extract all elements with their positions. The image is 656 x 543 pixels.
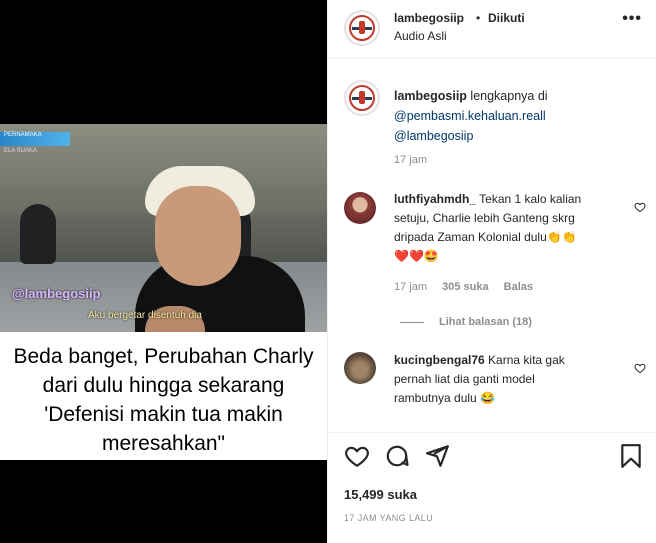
- caption-line: Beda banget, Perubahan Charly: [13, 345, 314, 368]
- caption-line: meresahkan": [101, 432, 226, 455]
- separator-dot: •: [476, 11, 481, 25]
- post-panel: lambegosiip • Diikuti Audio Asli ••• lam…: [327, 0, 656, 543]
- mention-link[interactable]: @pembasmi.kehaluan.reall: [394, 109, 546, 123]
- post-actions: 15,499 suka 17 JAM YANG LALU: [328, 432, 656, 543]
- bookmark-icon[interactable]: [618, 443, 644, 469]
- video-subtitle: Aku bergetar disentuh dia: [88, 310, 202, 321]
- post-media[interactable]: PERNAMAKA ELA SUAKA @lambegosiip Aku ber…: [0, 0, 327, 543]
- view-replies-label: Lihat balasan (18): [439, 316, 532, 328]
- commenter-avatar[interactable]: [344, 352, 376, 384]
- header-username[interactable]: lambegosiip: [394, 11, 464, 25]
- comment-meta: 17 jam 305 suka Balas: [394, 281, 533, 293]
- person: [95, 146, 305, 332]
- post-caption: lambegosiip lengkapnya di @pembasmi.keha…: [394, 86, 634, 146]
- heart-emoji: ❤️❤️🤩: [394, 249, 439, 263]
- heart-icon[interactable]: [634, 201, 646, 213]
- background-person: [20, 204, 56, 264]
- clap-emoji: 👏👏: [546, 230, 577, 244]
- avatar-mark: [359, 21, 365, 34]
- comment-username[interactable]: kucingbengal76: [394, 353, 485, 367]
- comment-time: 17 jam: [394, 281, 428, 293]
- mention-link[interactable]: @lambegosiip: [394, 129, 473, 143]
- video-caption: Beda banget, Perubahan Charly dari dulu …: [0, 332, 327, 460]
- comment-text: Karna kita gak: [488, 353, 565, 367]
- caption-line: 'Defenisi makin tua makin: [44, 403, 283, 426]
- video-frame[interactable]: PERNAMAKA ELA SUAKA @lambegosiip Aku ber…: [0, 124, 327, 332]
- watermark: @lambegosiip: [12, 286, 101, 301]
- comment-username[interactable]: luthfiyahmdh_: [394, 192, 476, 206]
- laugh-emoji: 😂: [480, 391, 496, 405]
- replies-divider: [400, 322, 424, 323]
- news-tag: PERNAMAKA: [4, 132, 42, 138]
- comment-text: setuju, Charlie lebih Ganteng skrg: [394, 211, 575, 225]
- comment-likes[interactable]: 305 suka: [442, 281, 488, 293]
- caption-username[interactable]: lambegosiip: [394, 89, 467, 103]
- person-face: [155, 186, 241, 286]
- caption-avatar[interactable]: [344, 80, 380, 116]
- comment: kucingbengal76 Karna kita gak pernah lia…: [394, 351, 634, 408]
- post-header: lambegosiip • Diikuti Audio Asli •••: [328, 0, 656, 59]
- comment: luthfiyahmdh_ Tekan 1 kalo kalian setuju…: [394, 190, 634, 266]
- caption-line: dari dulu hingga sekarang: [42, 374, 285, 397]
- comment-text: rambutnya dulu: [394, 391, 477, 405]
- caption-time: 17 jam: [394, 154, 428, 166]
- heart-icon[interactable]: [634, 362, 646, 374]
- comment-text: dripada Zaman Kolonial dulu: [394, 230, 547, 244]
- avatar[interactable]: [344, 10, 380, 46]
- like-count[interactable]: 15,499 suka: [344, 487, 417, 502]
- reply-button[interactable]: Balas: [504, 281, 533, 293]
- follow-status[interactable]: Diikuti: [488, 11, 525, 25]
- instagram-post: PERNAMAKA ELA SUAKA @lambegosiip Aku ber…: [0, 0, 656, 543]
- comment-text: pernah liat dia ganti model: [394, 372, 535, 386]
- news-tag-sub: ELA SUAKA: [4, 148, 38, 154]
- post-time[interactable]: 17 JAM YANG LALU: [344, 513, 433, 523]
- commenter-avatar[interactable]: [344, 192, 376, 224]
- comment-text: Tekan 1 kalo kalian: [479, 192, 582, 206]
- comment-icon[interactable]: [384, 443, 410, 469]
- avatar-mark: [359, 91, 365, 104]
- more-horizontal-icon[interactable]: •••: [622, 10, 642, 28]
- heart-icon[interactable]: [344, 443, 370, 469]
- share-icon[interactable]: [424, 443, 450, 469]
- view-replies-button[interactable]: Lihat balasan (18): [439, 316, 532, 328]
- audio-label[interactable]: Audio Asli: [394, 29, 447, 43]
- caption-text: lengkapnya di: [470, 89, 548, 103]
